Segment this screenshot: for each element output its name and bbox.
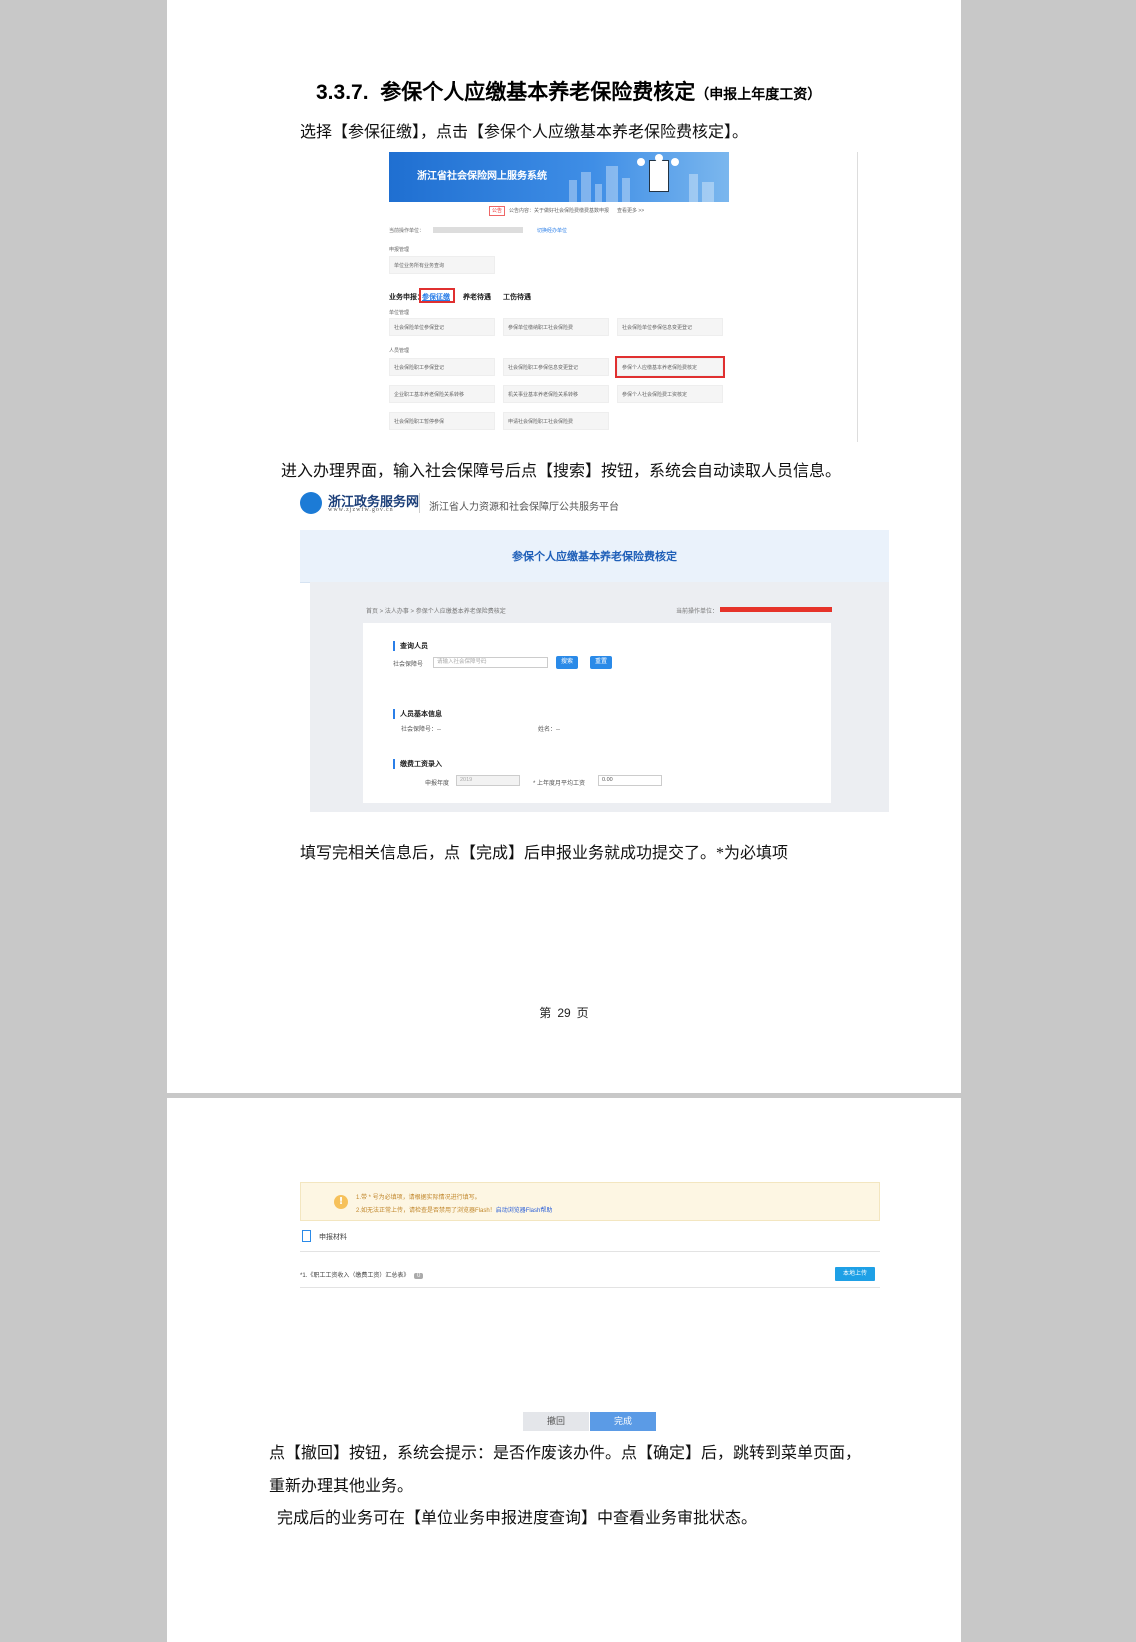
avg-wage-label: * 上年度月平均工资: [533, 781, 586, 787]
divider: [300, 1251, 880, 1252]
operator-label: 当前操作单位：: [676, 609, 719, 615]
section-apply-label: 申报管理: [389, 247, 410, 253]
upload-button[interactable]: 本地上传: [835, 1267, 875, 1281]
notice-tag: 公告: [489, 206, 505, 216]
ssn-input[interactable]: 请输入社会保障号码: [433, 657, 548, 668]
switch-unit-link[interactable]: 切换经办单位: [537, 227, 567, 234]
card-person[interactable]: 参保个人社会保险费工资核定: [617, 385, 723, 403]
section-wage: 缴费工资录入: [393, 759, 442, 769]
material-item: *1.《职工工资收入（缴费工资）汇总表》 0: [300, 1270, 424, 1279]
materials-title: 申报材料: [319, 1234, 347, 1241]
reset-button[interactable]: 重置: [590, 656, 612, 669]
card-person[interactable]: 社会保险职工参保登记: [389, 358, 495, 376]
logo-url: www.zjzwfw.gov.cn: [328, 507, 394, 513]
more-link[interactable]: 查看更多 >>: [617, 207, 644, 214]
count-badge: 0: [414, 1273, 424, 1279]
ssn-label: 社会保障号: [393, 662, 424, 668]
breadcrumb-home[interactable]: 首页: [366, 609, 378, 615]
person-icon: [655, 154, 663, 162]
paragraph-select: 选择【参保征缴】，点击【参保个人应缴基本养老保险费核定】。: [300, 124, 749, 141]
page-2: ! 1.带 * 号为必填项，请根据实际情况进行填写。 2.如无法正常上传，请检查…: [167, 1098, 961, 1642]
divider: [300, 1287, 880, 1288]
page-1: 3.3.7. 参保个人应缴基本养老保险费核定（申报上年度工资） 选择【参保征缴】…: [167, 0, 961, 1093]
notice-line-1: 1.带 * 号为必填项，请根据实际情况进行填写。: [356, 1195, 481, 1201]
page-number: 第 29 页: [539, 1006, 589, 1020]
section-query: 查询人员: [393, 641, 428, 651]
operator-redacted: [433, 227, 523, 233]
basic-name: 姓名：--: [538, 727, 560, 733]
breadcrumb: 首页 > 法人办事 > 参保个人应缴基本养老保险费核定: [366, 609, 506, 615]
paragraph-withdraw-1: 点【撤回】按钮，系统会提示：是否作废该办件。点【确定】后，跳转到菜单页面，: [269, 1445, 862, 1462]
section-basic-info: 人员基本信息: [393, 709, 442, 719]
card-person[interactable]: 社会保险职工参保信息变更登记: [503, 358, 609, 376]
paragraph-withdraw-2: 重新办理其他业务。: [269, 1478, 414, 1495]
flash-help-link[interactable]: 启动浏览器Flash帮助: [496, 1208, 553, 1214]
year-field: 2019: [456, 775, 520, 786]
year-label: 申报年度: [425, 781, 450, 787]
warning-icon: !: [334, 1195, 348, 1209]
page-header: 参保个人应缴基本养老保险费核定: [300, 530, 889, 583]
person-icon: [671, 158, 679, 166]
breadcrumb-item[interactable]: 法人办事: [385, 609, 409, 615]
card-person[interactable]: 企业职工基本养老保险关系转移: [389, 385, 495, 403]
divider: [419, 493, 420, 513]
highlight-box: [419, 288, 455, 303]
highlight-box: [615, 356, 725, 378]
platform-name: 浙江省人力资源和社会保障厅公共服务平台: [429, 502, 619, 513]
person-section-label: 人员管理: [389, 348, 410, 354]
card-person[interactable]: 机关事业基本养老保险关系转移: [503, 385, 609, 403]
card-person[interactable]: 社会保险职工暂停参保: [389, 412, 495, 430]
withdraw-button[interactable]: 撤回: [523, 1412, 589, 1431]
tab-pension[interactable]: 养老待遇: [463, 292, 491, 302]
system-banner: 浙江省社会保险网上服务系统: [389, 152, 729, 202]
card-unit[interactable]: 社会保险单位参保登记: [389, 318, 495, 336]
card-person[interactable]: 申请社会保险职工社会保险费: [503, 412, 609, 430]
screenshot-system-menu: 浙江省社会保险网上服务系统 公告 公告内容：关于做好社会保险费缴费基数申报工作的…: [389, 152, 859, 442]
notice-box: ! 1.带 * 号为必填项，请根据实际情况进行填写。 2.如无法正常上传，请检查…: [300, 1182, 880, 1221]
unit-section-label: 单位管理: [389, 310, 410, 316]
paragraph-enter: 进入办理界面，输入社会保障号后点【搜索】按钮，系统会自动读取人员信息。: [281, 463, 842, 480]
section-heading: 3.3.7. 参保个人应缴基本养老保险费核定（申报上年度工资）: [316, 80, 822, 104]
operator-redacted: [720, 607, 832, 612]
paragraph-query: 完成后的业务可在【单位业务申报进度查询】中查看业务审批状态。: [277, 1510, 758, 1527]
form-card: 查询人员 社会保障号 请输入社会保障号码 搜索 重置 人员基本信息 社会保障号：…: [363, 623, 831, 803]
notice-text[interactable]: 公告内容：关于做好社会保险费缴费基数申报工作的通知...: [509, 207, 609, 214]
divider: [857, 152, 858, 442]
search-button[interactable]: 搜索: [556, 656, 578, 669]
banner-title: 浙江省社会保险网上服务系统: [417, 171, 547, 182]
finish-button[interactable]: 完成: [590, 1412, 656, 1431]
page-title: 参保个人应缴基本养老保险费核定: [512, 551, 677, 563]
card-unit[interactable]: 社会保险单位参保信息变更登记: [617, 318, 723, 336]
zjzwfw-logo-icon: [300, 492, 322, 514]
notice-line-2: 2.如无法正常上传，请检查是否禁用了浏览器Flash！启动浏览器Flash帮助: [356, 1208, 553, 1214]
card-query[interactable]: 单位业务所有业务查询: [389, 256, 495, 274]
paragraph-finish: 填写完相关信息后，点【完成】后申报业务就成功提交了。*为必填项: [300, 845, 789, 862]
document-icon: [649, 160, 669, 192]
card-unit[interactable]: 参保单位缴纳职工社会保险费: [503, 318, 609, 336]
basic-ssn: 社会保障号：--: [401, 727, 441, 733]
person-icon: [637, 158, 645, 166]
avg-wage-input[interactable]: 0.00: [598, 775, 662, 786]
document-icon: [302, 1230, 311, 1242]
tab-injury[interactable]: 工伤待遇: [503, 292, 531, 302]
breadcrumb-current: 参保个人应缴基本养老保险费核定: [415, 609, 506, 615]
operator-label: 当前操作单位：: [389, 228, 425, 234]
screenshot-form: 浙江政务服务网 www.zjzwfw.gov.cn 浙江省人力资源和社会保障厅公…: [300, 489, 889, 826]
